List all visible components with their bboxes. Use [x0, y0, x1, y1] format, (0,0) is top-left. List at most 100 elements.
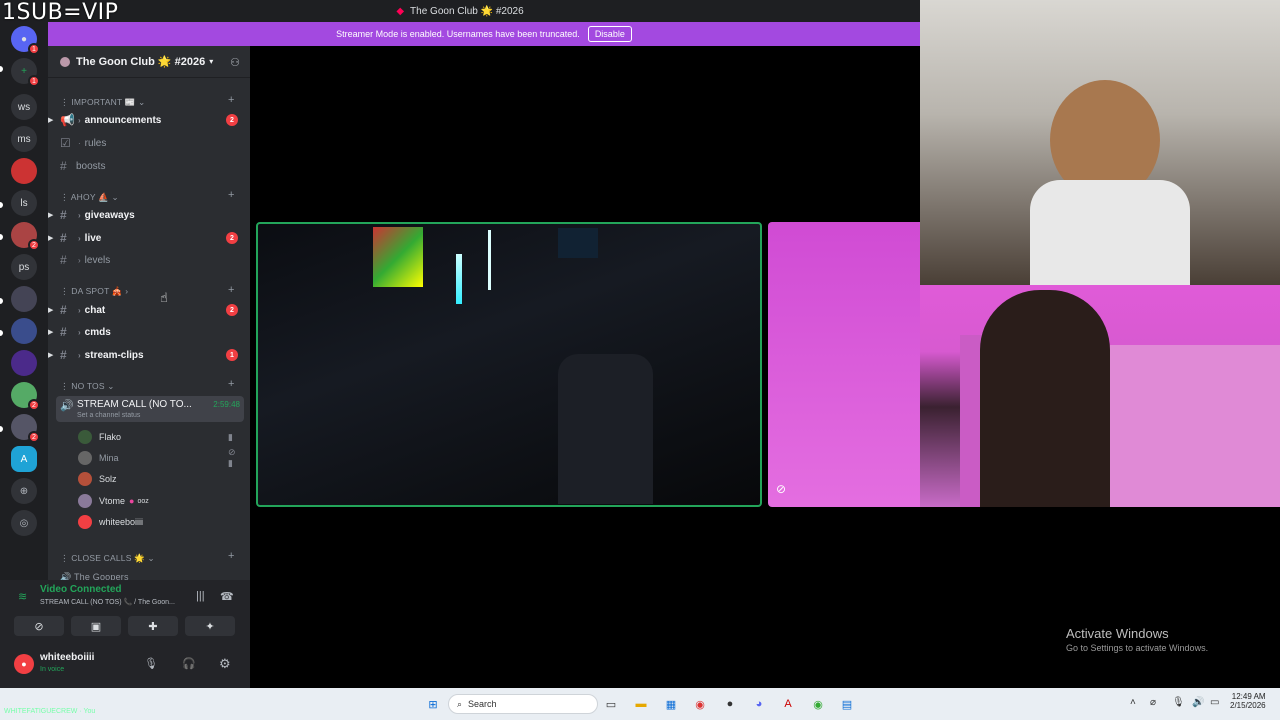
chevron-up-icon[interactable]: ˄	[1130, 697, 1136, 708]
category-no-tos[interactable]: ⋮ NO TOS ⌄	[60, 381, 115, 392]
hash-icon: #	[60, 208, 67, 222]
add-server-icon[interactable]: +1	[11, 58, 40, 87]
discord-home-icon[interactable]: ● 1	[11, 26, 40, 55]
add-channel-icon[interactable]: +	[228, 550, 234, 562]
taskbar-clock[interactable]: 12:49 AM 2/15/2026	[1230, 692, 1266, 710]
video-tile-pink[interactable]: ⊘	[768, 222, 920, 507]
discord-icon[interactable]: ◕	[750, 695, 768, 713]
disconnect-icon[interactable]: ☎	[220, 590, 234, 603]
category-important[interactable]: ⋮ IMPORTANT 📰 ⌄	[60, 97, 145, 108]
hash-icon: #	[60, 348, 67, 362]
voice-channel-stream-call[interactable]: 🔊 STREAM CALL (NO TO... Set a channel st…	[56, 396, 244, 422]
channel-cmds[interactable]: ▶ # › cmds	[48, 323, 244, 341]
server-avatar	[60, 56, 70, 67]
voice-status: Video Connected	[40, 584, 122, 595]
obs-icon[interactable]: ●	[721, 695, 739, 713]
server-icon: ◆	[396, 5, 405, 17]
headphones-icon[interactable]: 🎧	[182, 657, 196, 670]
voice-user[interactable]: whiteeboiiii	[78, 514, 143, 530]
add-channel-icon[interactable]: +	[228, 189, 234, 201]
user-panel[interactable]: ● whiteeboiiii In voice	[14, 652, 94, 674]
avatar	[78, 515, 92, 529]
voice-user[interactable]: Mina ⊘ ▮	[78, 447, 236, 468]
store-icon[interactable]: ▦	[662, 695, 680, 713]
light-strip	[488, 230, 491, 290]
server-icon-2[interactable]	[11, 318, 37, 344]
noise-suppression-icon[interactable]: |||	[196, 590, 205, 602]
clock-time: 12:49 AM	[1231, 692, 1266, 701]
channel-stream-clips[interactable]: ▶ # › stream-clips 1	[48, 346, 244, 364]
voice-user[interactable]: Vtome ● ooz	[78, 493, 149, 509]
explore-icon[interactable]: ◎	[11, 510, 37, 536]
taskbar-search[interactable]: ⌕ Search	[448, 694, 598, 714]
add-server-button[interactable]: ⊕	[11, 478, 37, 504]
network-icon[interactable]: ⌀	[1150, 697, 1156, 708]
add-channel-icon[interactable]: +	[228, 284, 234, 296]
mouse-cursor-icon: ☝	[160, 290, 168, 305]
server-icon-avatar[interactable]: 2	[11, 222, 40, 251]
settings-gear-icon[interactable]: ⚙	[219, 656, 231, 672]
category-da-spot[interactable]: ⋮ DA SPOT 🎪 ›	[60, 286, 128, 297]
activities-button[interactable]: ✚	[128, 616, 178, 636]
category-ahoy[interactable]: ⋮ AHOY ⛵ ⌄	[60, 192, 119, 203]
person-shirt	[1030, 180, 1190, 285]
username: whiteeboiiii	[40, 652, 95, 663]
server-header[interactable]: The Goon Club 🌟 #2026 ▾ ⚇	[48, 46, 250, 78]
battery-icon[interactable]: ▭	[1210, 697, 1219, 708]
add-channel-icon[interactable]: +	[228, 378, 234, 390]
chrome-icon[interactable]: ◉	[691, 695, 709, 713]
server-folder-ms[interactable]: ms	[11, 126, 37, 152]
activate-windows-subtitle: Go to Settings to activate Windows.	[1066, 643, 1209, 653]
muted-camera-icon: ⊘ ▮	[228, 447, 236, 468]
adobe-icon[interactable]: A	[779, 695, 797, 713]
server-folder-ps[interactable]: ps	[11, 254, 37, 280]
pillow	[1110, 345, 1280, 507]
server-folder-ls[interactable]: ls	[11, 190, 37, 216]
channel-levels[interactable]: # › levels	[56, 251, 244, 269]
channel-giveaways[interactable]: ▶ # › giveaways	[48, 206, 244, 224]
invite-icon[interactable]: ⚇	[230, 56, 240, 69]
camera-toggle-button[interactable]: ⊘	[14, 616, 64, 636]
webcam-overlay-top	[920, 0, 1280, 285]
emoji-icon: ●	[129, 496, 135, 506]
voice-user[interactable]: Flako ▮	[78, 429, 233, 445]
server-icon-5[interactable]: 2	[11, 414, 40, 443]
poster-image	[373, 227, 423, 287]
windows-start-icon[interactable]: ⊞	[424, 695, 442, 713]
camera-icon: ▮	[228, 431, 233, 442]
hash-icon: #	[60, 325, 67, 339]
mention-badge: 2	[226, 304, 238, 316]
disable-button[interactable]: Disable	[587, 26, 632, 42]
mention-badge: 2	[226, 232, 238, 244]
speaker-icon[interactable]: 🔊	[1192, 697, 1204, 708]
task-view-icon[interactable]: ▭	[602, 695, 620, 713]
signal-icon[interactable]: ≋	[18, 590, 27, 603]
screen-share-button[interactable]: ▣	[71, 616, 121, 636]
channel-status[interactable]: Set a channel status	[77, 412, 140, 419]
microphone-icon[interactable]: 🎙	[144, 657, 158, 670]
file-explorer-icon[interactable]: ▬	[632, 695, 650, 713]
chrome-icon-2[interactable]: ◉	[809, 695, 827, 713]
server-icon-1[interactable]	[11, 286, 37, 312]
server-icon-a[interactable]: A	[11, 446, 37, 472]
category-close-calls[interactable]: ⋮ CLOSE CALLS 🌟 ⌄	[60, 553, 155, 564]
add-channel-icon[interactable]: +	[228, 94, 234, 106]
voice-user[interactable]: Solz	[78, 471, 117, 487]
channel-chat[interactable]: ▶ # › chat 2	[48, 301, 244, 319]
channel-live[interactable]: ▶ # › live 2	[48, 229, 244, 247]
microphone-tray-icon[interactable]: 🎙	[1172, 697, 1185, 708]
window-title: The Goon Club 🌟 #2026	[410, 5, 524, 17]
server-icon-4[interactable]: 2	[11, 382, 40, 411]
server-icon-3[interactable]	[11, 350, 37, 376]
video-tile-stream[interactable]	[256, 222, 762, 507]
server-folder-ws[interactable]: ws	[11, 94, 37, 120]
server-icon-red[interactable]	[11, 158, 37, 184]
hash-icon: #	[60, 231, 67, 245]
hash-icon: #	[60, 303, 67, 317]
voice-channel-link[interactable]: STREAM CALL (NO TOS) 📞 / The Goon...	[40, 598, 175, 606]
channel-announcements[interactable]: ▶ 📢 › announcements 2	[48, 111, 244, 129]
channel-rules[interactable]: ☑ · rules	[56, 134, 244, 152]
channel-boosts[interactable]: # boosts	[56, 157, 244, 175]
soundboard-button[interactable]: ✦	[185, 616, 235, 636]
app-icon[interactable]: ▤	[838, 695, 856, 713]
